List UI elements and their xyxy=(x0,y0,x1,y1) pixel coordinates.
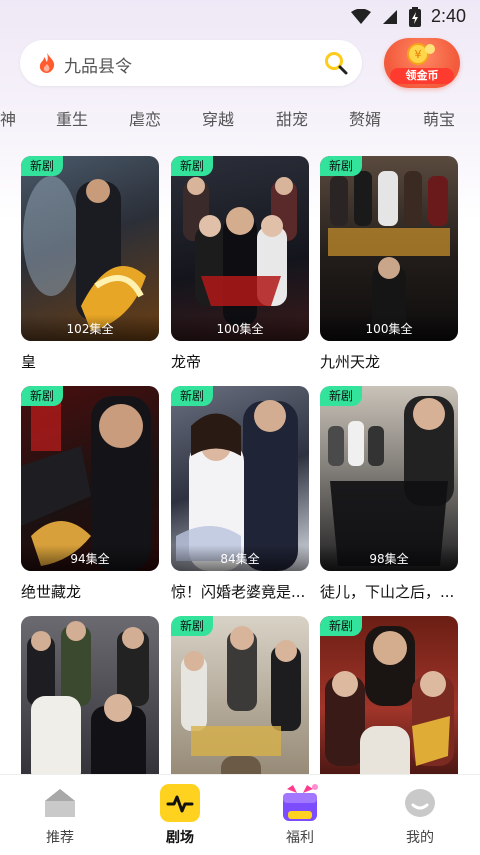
nav-recommend-label: 推荐 xyxy=(46,830,74,846)
drama-poster[interactable]: 新剧 102集全 xyxy=(21,156,159,341)
status-bar: 2:40 xyxy=(0,0,480,34)
new-drama-badge: 新剧 xyxy=(21,386,64,406)
nav-welfare-label: 福利 xyxy=(286,830,314,846)
episode-count: 98集全 xyxy=(320,545,458,571)
nav-theater-label: 剧场 xyxy=(166,830,194,846)
home-icon xyxy=(45,789,75,817)
gift-box-icon xyxy=(283,784,318,821)
svg-text:¥: ¥ xyxy=(415,48,422,61)
episode-count: 100集全 xyxy=(171,315,309,341)
search-bar[interactable]: 九品县令 xyxy=(20,40,362,86)
episode-count: 100集全 xyxy=(320,315,458,341)
poster-artwork xyxy=(21,396,151,571)
category-tab[interactable]: 甜宠 xyxy=(276,106,308,130)
nav-mine[interactable]: 我的 xyxy=(360,783,480,847)
poster-artwork xyxy=(23,176,146,331)
new-drama-badge: 新剧 xyxy=(21,156,64,176)
earn-coins-button[interactable]: ¥ 领金币 xyxy=(384,38,460,88)
nav-welfare[interactable]: 福利 xyxy=(240,783,360,847)
category-tab[interactable]: 虐恋 xyxy=(129,106,161,130)
fire-icon xyxy=(39,53,55,73)
new-drama-badge: 新剧 xyxy=(171,616,214,636)
poster-artwork xyxy=(328,396,454,566)
category-tab[interactable]: 神 xyxy=(0,106,16,130)
drama-poster[interactable]: 新剧 94集全 xyxy=(21,386,159,571)
category-tabs: 神 重生 虐恋 穿越 甜宠 赘婿 萌宝 xyxy=(0,106,480,130)
new-drama-badge: 新剧 xyxy=(320,386,363,406)
category-tab[interactable]: 赘婿 xyxy=(349,106,381,130)
drama-title: 龙帝 xyxy=(171,353,202,371)
episode-count: 94集全 xyxy=(21,545,159,571)
new-drama-badge: 新剧 xyxy=(171,156,214,176)
drama-poster[interactable]: 新剧 100集全 xyxy=(320,156,458,341)
drama-title: 绝世藏龙 xyxy=(21,583,82,601)
poster-artwork xyxy=(328,171,450,336)
drama-card[interactable]: 新剧 84集全 惊！闪婚老婆竟是... xyxy=(171,386,309,602)
earn-coins-label: 领金币 xyxy=(390,68,454,84)
nav-recommend[interactable]: 推荐 xyxy=(0,783,120,847)
search-row: 九品县令 ¥ 领金币 xyxy=(20,38,460,90)
drama-card[interactable]: 新剧 100集全 九州天龙 xyxy=(320,156,458,372)
bottom-nav: 推荐 剧场 福利 我的 xyxy=(0,774,480,855)
theater-icon xyxy=(160,784,200,822)
drama-title: 徒儿，下山之后，... xyxy=(320,583,455,601)
drama-poster[interactable]: 新剧 84集全 xyxy=(171,386,309,571)
new-drama-badge: 新剧 xyxy=(171,386,214,406)
category-tab[interactable]: 萌宝 xyxy=(423,106,455,130)
drama-card[interactable]: 新剧 94集全 绝世藏龙 xyxy=(21,386,159,602)
drama-poster[interactable]: 新剧 98集全 xyxy=(320,386,458,571)
wifi-icon xyxy=(350,8,371,24)
category-tab[interactable]: 重生 xyxy=(56,106,88,130)
drama-card[interactable]: 新剧 102集全 皇 xyxy=(21,156,159,372)
drama-title: 九州天龙 xyxy=(320,353,381,371)
cellular-signal-icon xyxy=(382,9,397,24)
poster-artwork xyxy=(176,400,298,571)
new-drama-badge: 新剧 xyxy=(320,156,363,176)
episode-count: 84集全 xyxy=(171,545,309,571)
category-tab[interactable]: 穿越 xyxy=(202,106,234,130)
status-time: 2:40 xyxy=(430,6,466,26)
nav-mine-label: 我的 xyxy=(406,830,434,846)
nav-theater[interactable]: 剧场 xyxy=(120,783,240,847)
search-icon[interactable] xyxy=(324,51,348,75)
drama-card[interactable]: 新剧 100集全 龙帝 xyxy=(171,156,309,372)
episode-count: 102集全 xyxy=(21,315,159,341)
drama-poster[interactable]: 新剧 100集全 xyxy=(171,156,309,341)
new-drama-badge: 新剧 xyxy=(320,616,363,636)
drama-card[interactable]: 新剧 98集全 徒儿，下山之后，... xyxy=(320,386,458,602)
profile-icon xyxy=(405,789,435,817)
drama-title: 皇 xyxy=(21,353,37,371)
drama-title: 惊！闪婚老婆竟是... xyxy=(171,583,306,601)
search-input[interactable]: 九品县令 xyxy=(64,52,132,77)
poster-artwork xyxy=(183,177,297,326)
coin-icon: ¥ xyxy=(407,43,435,65)
battery-icon xyxy=(408,6,421,27)
